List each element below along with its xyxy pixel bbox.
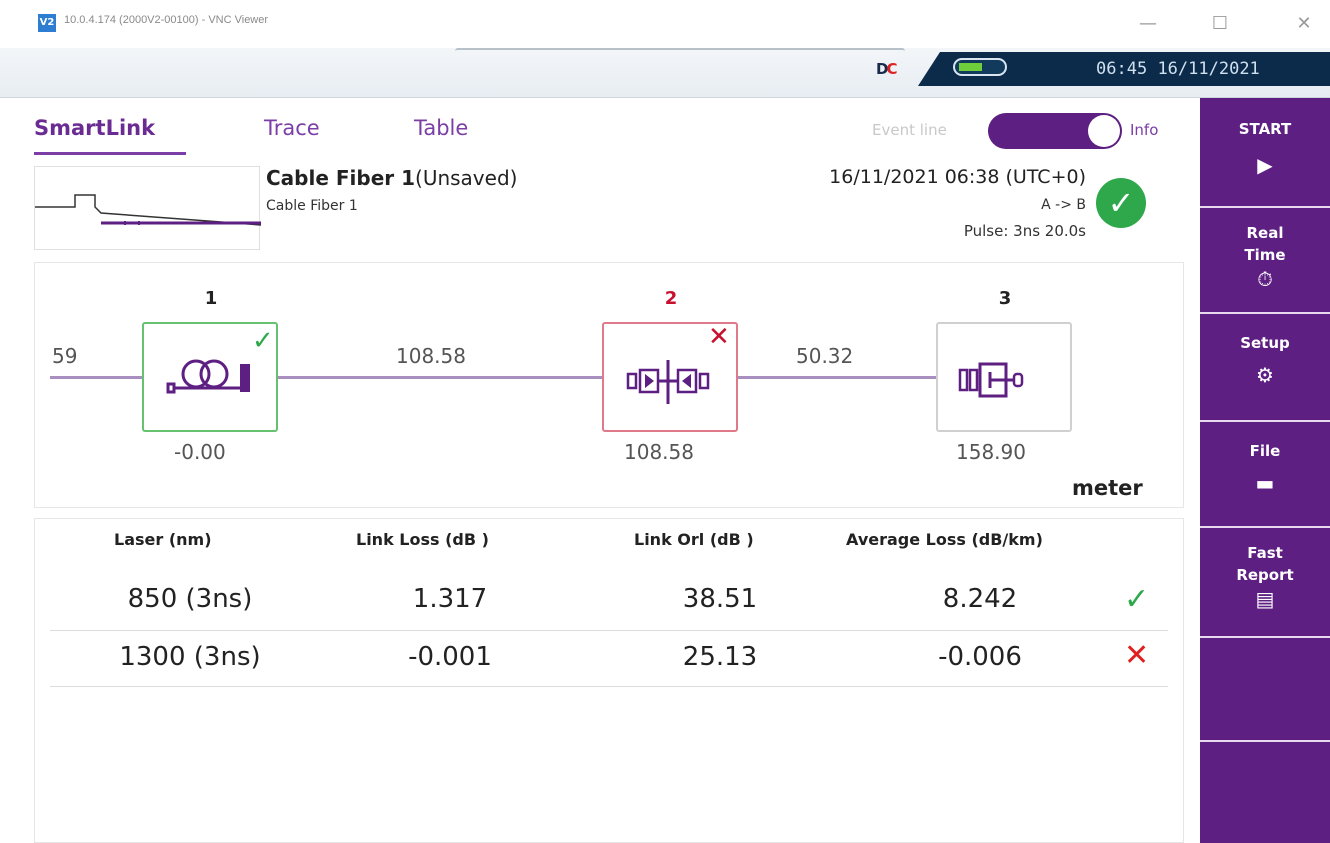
toggle-label-event-line: Event line: [872, 121, 947, 139]
folder-icon: ▬: [1255, 471, 1275, 495]
battery-level-fill: [959, 63, 982, 71]
event-position: 108.58: [624, 440, 694, 464]
pass-status-icon: ✓: [1096, 178, 1146, 228]
maximize-button[interactable]: ☐: [1200, 10, 1240, 38]
event-info-toggle[interactable]: [988, 113, 1122, 149]
fiber-segment: [738, 376, 938, 379]
cable-name: Cable Fiber 1: [266, 166, 416, 190]
distance-unit: meter: [1072, 476, 1143, 500]
fail-cross-icon: ✕: [1124, 638, 1150, 673]
event-position: 158.90: [956, 440, 1026, 464]
event-position: -0.00: [174, 440, 226, 464]
column-header-link-orl: Link Orl (dB ): [634, 530, 754, 549]
start-label: START: [1238, 120, 1292, 138]
toggle-label-info: Info: [1130, 121, 1159, 139]
window-titlebar: V2 10.0.4.174 (2000V2-00100) - VNC Viewe…: [0, 0, 1330, 48]
measurement-datetime: 16/11/2021 06:38 (UTC+0): [829, 166, 1086, 188]
report-icon: ▤: [1255, 587, 1275, 611]
table-cell-link-orl: 38.51: [682, 584, 758, 614]
file-label: File: [1249, 442, 1281, 460]
table-cell-link-loss: -0.001: [408, 642, 492, 672]
tab-table[interactable]: Table: [414, 116, 468, 140]
start-button[interactable]: START ▶: [1200, 110, 1330, 208]
span-distance: 108.58: [396, 344, 466, 368]
cable-save-state: (Unsaved): [415, 166, 518, 190]
battery-icon: [953, 58, 1007, 76]
measurement-direction: A -> B: [1041, 197, 1086, 213]
active-tab-indicator: [34, 152, 186, 155]
event-3-box[interactable]: [936, 322, 1072, 432]
fiber-segment: [278, 376, 602, 379]
fast-report-button[interactable]: Fast Report ▤: [1200, 530, 1330, 638]
trace-thumbnail-graph: [35, 194, 262, 226]
setup-button[interactable]: Setup ⚙: [1200, 316, 1330, 422]
start-distance: 59: [52, 344, 78, 368]
stopwatch-icon: ⏱: [1257, 267, 1273, 291]
setup-label: Setup: [1240, 334, 1290, 352]
fast-report-label: Fast Report: [1236, 544, 1294, 584]
gear-icon: ⚙: [1256, 363, 1274, 387]
table-cell-link-orl: 25.13: [682, 642, 758, 672]
vnc-logo-icon: V2: [38, 14, 56, 32]
column-header-laser: Laser (nm): [114, 530, 212, 549]
row-divider: [50, 686, 1168, 687]
event-number: 1: [204, 288, 218, 309]
play-icon: ▶: [1257, 153, 1273, 177]
table-cell-average-loss: 8.242: [942, 584, 1018, 614]
tab-smartlink[interactable]: SmartLink: [34, 116, 155, 140]
table-cell-average-loss: -0.006: [938, 642, 1022, 672]
dc-logo-icon: DC: [876, 60, 897, 78]
fail-cross-icon: ✕: [708, 322, 730, 352]
status-clock: 06:45 16/11/2021: [1096, 59, 1260, 79]
row-divider: [50, 630, 1168, 631]
status-date: 16/11/2021: [1157, 59, 1260, 79]
trace-thumbnail[interactable]: [34, 166, 262, 250]
file-button[interactable]: File ▬: [1200, 424, 1330, 528]
cable-title: Cable Fiber 1(Unsaved): [266, 166, 517, 190]
column-header-average-loss: Average Loss (dB/km): [846, 530, 1043, 549]
table-cell-laser: 850 (3ns): [127, 584, 253, 614]
fiber-segment: [50, 376, 142, 379]
tab-trace[interactable]: Trace: [264, 116, 320, 140]
status-time: 06:45: [1096, 59, 1148, 79]
end-connector-icon: [958, 362, 1024, 398]
table-cell-link-loss: 1.317: [412, 584, 488, 614]
event-number: 3: [998, 288, 1012, 309]
table-cell-laser: 1300 (3ns): [119, 642, 261, 672]
pass-check-icon: ✓: [1124, 582, 1150, 617]
cable-subtitle: Cable Fiber 1: [266, 198, 358, 214]
real-time-label: Real Time: [1244, 224, 1286, 264]
measurement-pulse: Pulse: 3ns 20.0s: [963, 222, 1086, 240]
status-bar-tab: [455, 48, 905, 56]
event-number: 2: [664, 288, 678, 309]
span-distance: 50.32: [796, 344, 854, 368]
close-button[interactable]: ✕: [1284, 10, 1324, 38]
toggle-knob: [1088, 115, 1120, 147]
window-title: 10.0.4.174 (2000V2-00100) - VNC Viewer: [64, 14, 269, 26]
results-table: [34, 518, 1184, 843]
real-time-button[interactable]: Real Time ⏱: [1200, 210, 1330, 314]
empty-soft-key[interactable]: [1200, 640, 1330, 742]
column-header-link-loss: Link Loss (dB ): [356, 530, 489, 549]
pass-check-icon: ✓: [252, 326, 274, 356]
minimize-button[interactable]: —: [1128, 10, 1168, 38]
